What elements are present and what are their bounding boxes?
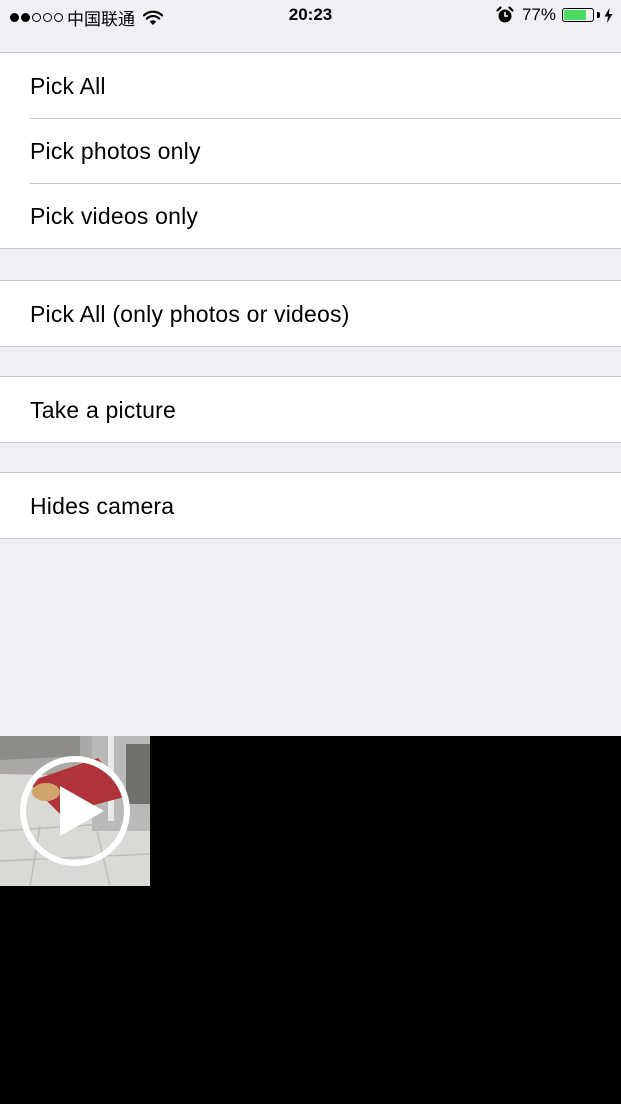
- battery-level-fill: [564, 10, 586, 20]
- media-picker-strip: [0, 736, 621, 1104]
- charging-bolt-icon: [604, 7, 613, 23]
- cell-label: Pick All (only photos or videos): [30, 301, 350, 327]
- cell-pick-videos-only[interactable]: Pick videos only: [0, 183, 621, 248]
- options-group-pick: Pick All Pick photos only Pick videos on…: [0, 52, 621, 249]
- battery-cap: [597, 12, 600, 18]
- cell-hides-camera[interactable]: Hides camera: [0, 473, 621, 538]
- cell-label: Pick videos only: [30, 203, 199, 229]
- battery-icon: [562, 8, 594, 22]
- cell-pick-photos-only[interactable]: Pick photos only: [0, 118, 621, 183]
- status-right: 77%: [496, 5, 613, 25]
- cell-label: Hides camera: [30, 493, 175, 519]
- cell-label: Pick photos only: [30, 138, 201, 164]
- battery-percent: 77%: [521, 5, 556, 24]
- alarm-clock-icon: [496, 6, 514, 23]
- video-thumbnail[interactable]: [0, 736, 150, 886]
- play-icon: [20, 756, 130, 866]
- options-group-hide-camera: Hides camera: [0, 472, 621, 539]
- cell-pick-all-only-photos-or-videos[interactable]: Pick All (only photos or videos): [0, 281, 621, 346]
- options-group-camera: Take a picture: [0, 376, 621, 443]
- status-bar: 中国联通 20:23 77%: [0, 0, 621, 32]
- cell-pick-all[interactable]: Pick All: [0, 53, 621, 118]
- options-group-pick-all-exclusive: Pick All (only photos or videos): [0, 280, 621, 347]
- cell-label: Take a picture: [30, 397, 176, 423]
- cell-take-a-picture[interactable]: Take a picture: [0, 377, 621, 442]
- cell-label: Pick All: [30, 73, 106, 99]
